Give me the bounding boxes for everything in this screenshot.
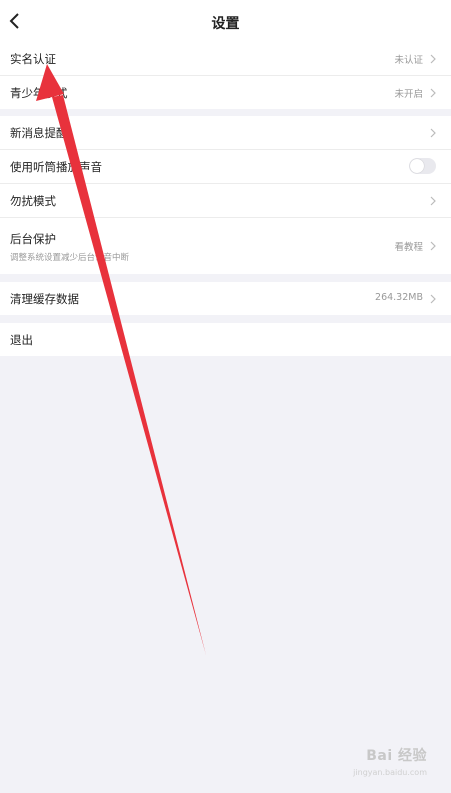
- row-new-message-alert[interactable]: 新消息提醒: [0, 116, 451, 150]
- row-logout[interactable]: 退出: [0, 323, 451, 356]
- logout-label: 退出: [10, 333, 33, 347]
- page-title: 设置: [211, 16, 240, 32]
- section-logout: 退出: [0, 323, 451, 356]
- row-label: 青少年模式: [10, 86, 68, 100]
- row-sublabel: 调整系统设置减少后台语音中断: [10, 253, 130, 263]
- row-real-name-auth[interactable]: 实名认证 未认证: [0, 42, 451, 76]
- row-do-not-disturb[interactable]: 勿扰模式: [0, 184, 451, 218]
- row-label: 后台保护: [10, 232, 56, 246]
- row-value: 未开启: [394, 89, 423, 100]
- chevron-right-icon: [430, 196, 436, 206]
- section-storage: 清理缓存数据 264.32MB: [0, 282, 451, 315]
- toggle-knob: [410, 159, 424, 173]
- section-notifications: 新消息提醒 使用听筒播放声音 勿扰模式 后台保护 调整系统设置减少后台语音中断 …: [0, 116, 451, 274]
- row-value: 看教程: [394, 242, 423, 253]
- row-value: 264.32MB: [375, 292, 423, 303]
- row-label: 实名认证: [10, 52, 56, 66]
- section-account: 实名认证 未认证 青少年模式 未开启: [0, 42, 451, 109]
- row-label: 勿扰模式: [10, 194, 56, 208]
- baidu-jingyan-watermark: Bai 经验: [366, 748, 427, 764]
- watermark-url: jingyan.baidu.com: [353, 768, 427, 777]
- row-earpiece-playback: 使用听筒播放声音: [0, 150, 451, 184]
- chevron-right-icon: [430, 54, 436, 64]
- top-bar: 设置: [0, 0, 451, 43]
- row-background-protection[interactable]: 后台保护 调整系统设置减少后台语音中断 看教程: [0, 218, 451, 274]
- chevron-right-icon: [430, 88, 436, 98]
- row-label: 清理缓存数据: [10, 292, 79, 306]
- row-value: 未认证: [394, 55, 423, 66]
- earpiece-toggle[interactable]: [409, 158, 436, 174]
- chevron-right-icon: [430, 241, 436, 251]
- row-teen-mode[interactable]: 青少年模式 未开启: [0, 76, 451, 109]
- row-label: 使用听筒播放声音: [10, 160, 102, 174]
- row-clear-cache[interactable]: 清理缓存数据 264.32MB: [0, 282, 451, 315]
- row-label: 新消息提醒: [10, 126, 68, 140]
- chevron-right-icon: [430, 128, 436, 138]
- chevron-right-icon: [430, 294, 436, 304]
